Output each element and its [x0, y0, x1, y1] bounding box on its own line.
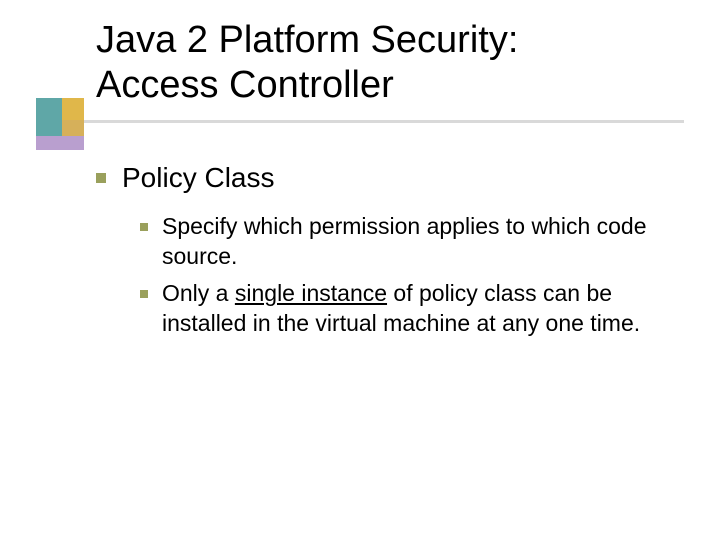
slide-title: Java 2 Platform Security: Access Control…: [96, 18, 676, 108]
square-bullet-icon: [140, 223, 148, 231]
square-bullet-icon: [96, 173, 106, 183]
decor-gold-bottom: [62, 120, 84, 136]
bullet-text: Policy Class: [122, 160, 686, 196]
slide: Java 2 Platform Security: Access Control…: [0, 0, 720, 540]
bullet-level2: Only a single instance of policy class c…: [140, 279, 680, 338]
decor-teal-block: [36, 98, 62, 136]
decor-gold-top: [62, 98, 84, 120]
slide-body: Policy Class Specify which permission ap…: [96, 160, 686, 346]
decor-purple-block: [36, 136, 84, 150]
bullet-level2: Specify which permission applies to whic…: [140, 212, 680, 271]
text-fragment: Only a: [162, 280, 235, 306]
title-line-1: Java 2 Platform Security:: [96, 18, 676, 63]
underlined-text: single instance: [235, 280, 387, 306]
title-underline: [84, 120, 684, 123]
square-bullet-icon: [140, 290, 148, 298]
bullet-text: Specify which permission applies to whic…: [162, 212, 680, 271]
bullet-text: Only a single instance of policy class c…: [162, 279, 680, 338]
bullet-level1: Policy Class: [96, 160, 686, 196]
title-line-2: Access Controller: [96, 63, 676, 108]
